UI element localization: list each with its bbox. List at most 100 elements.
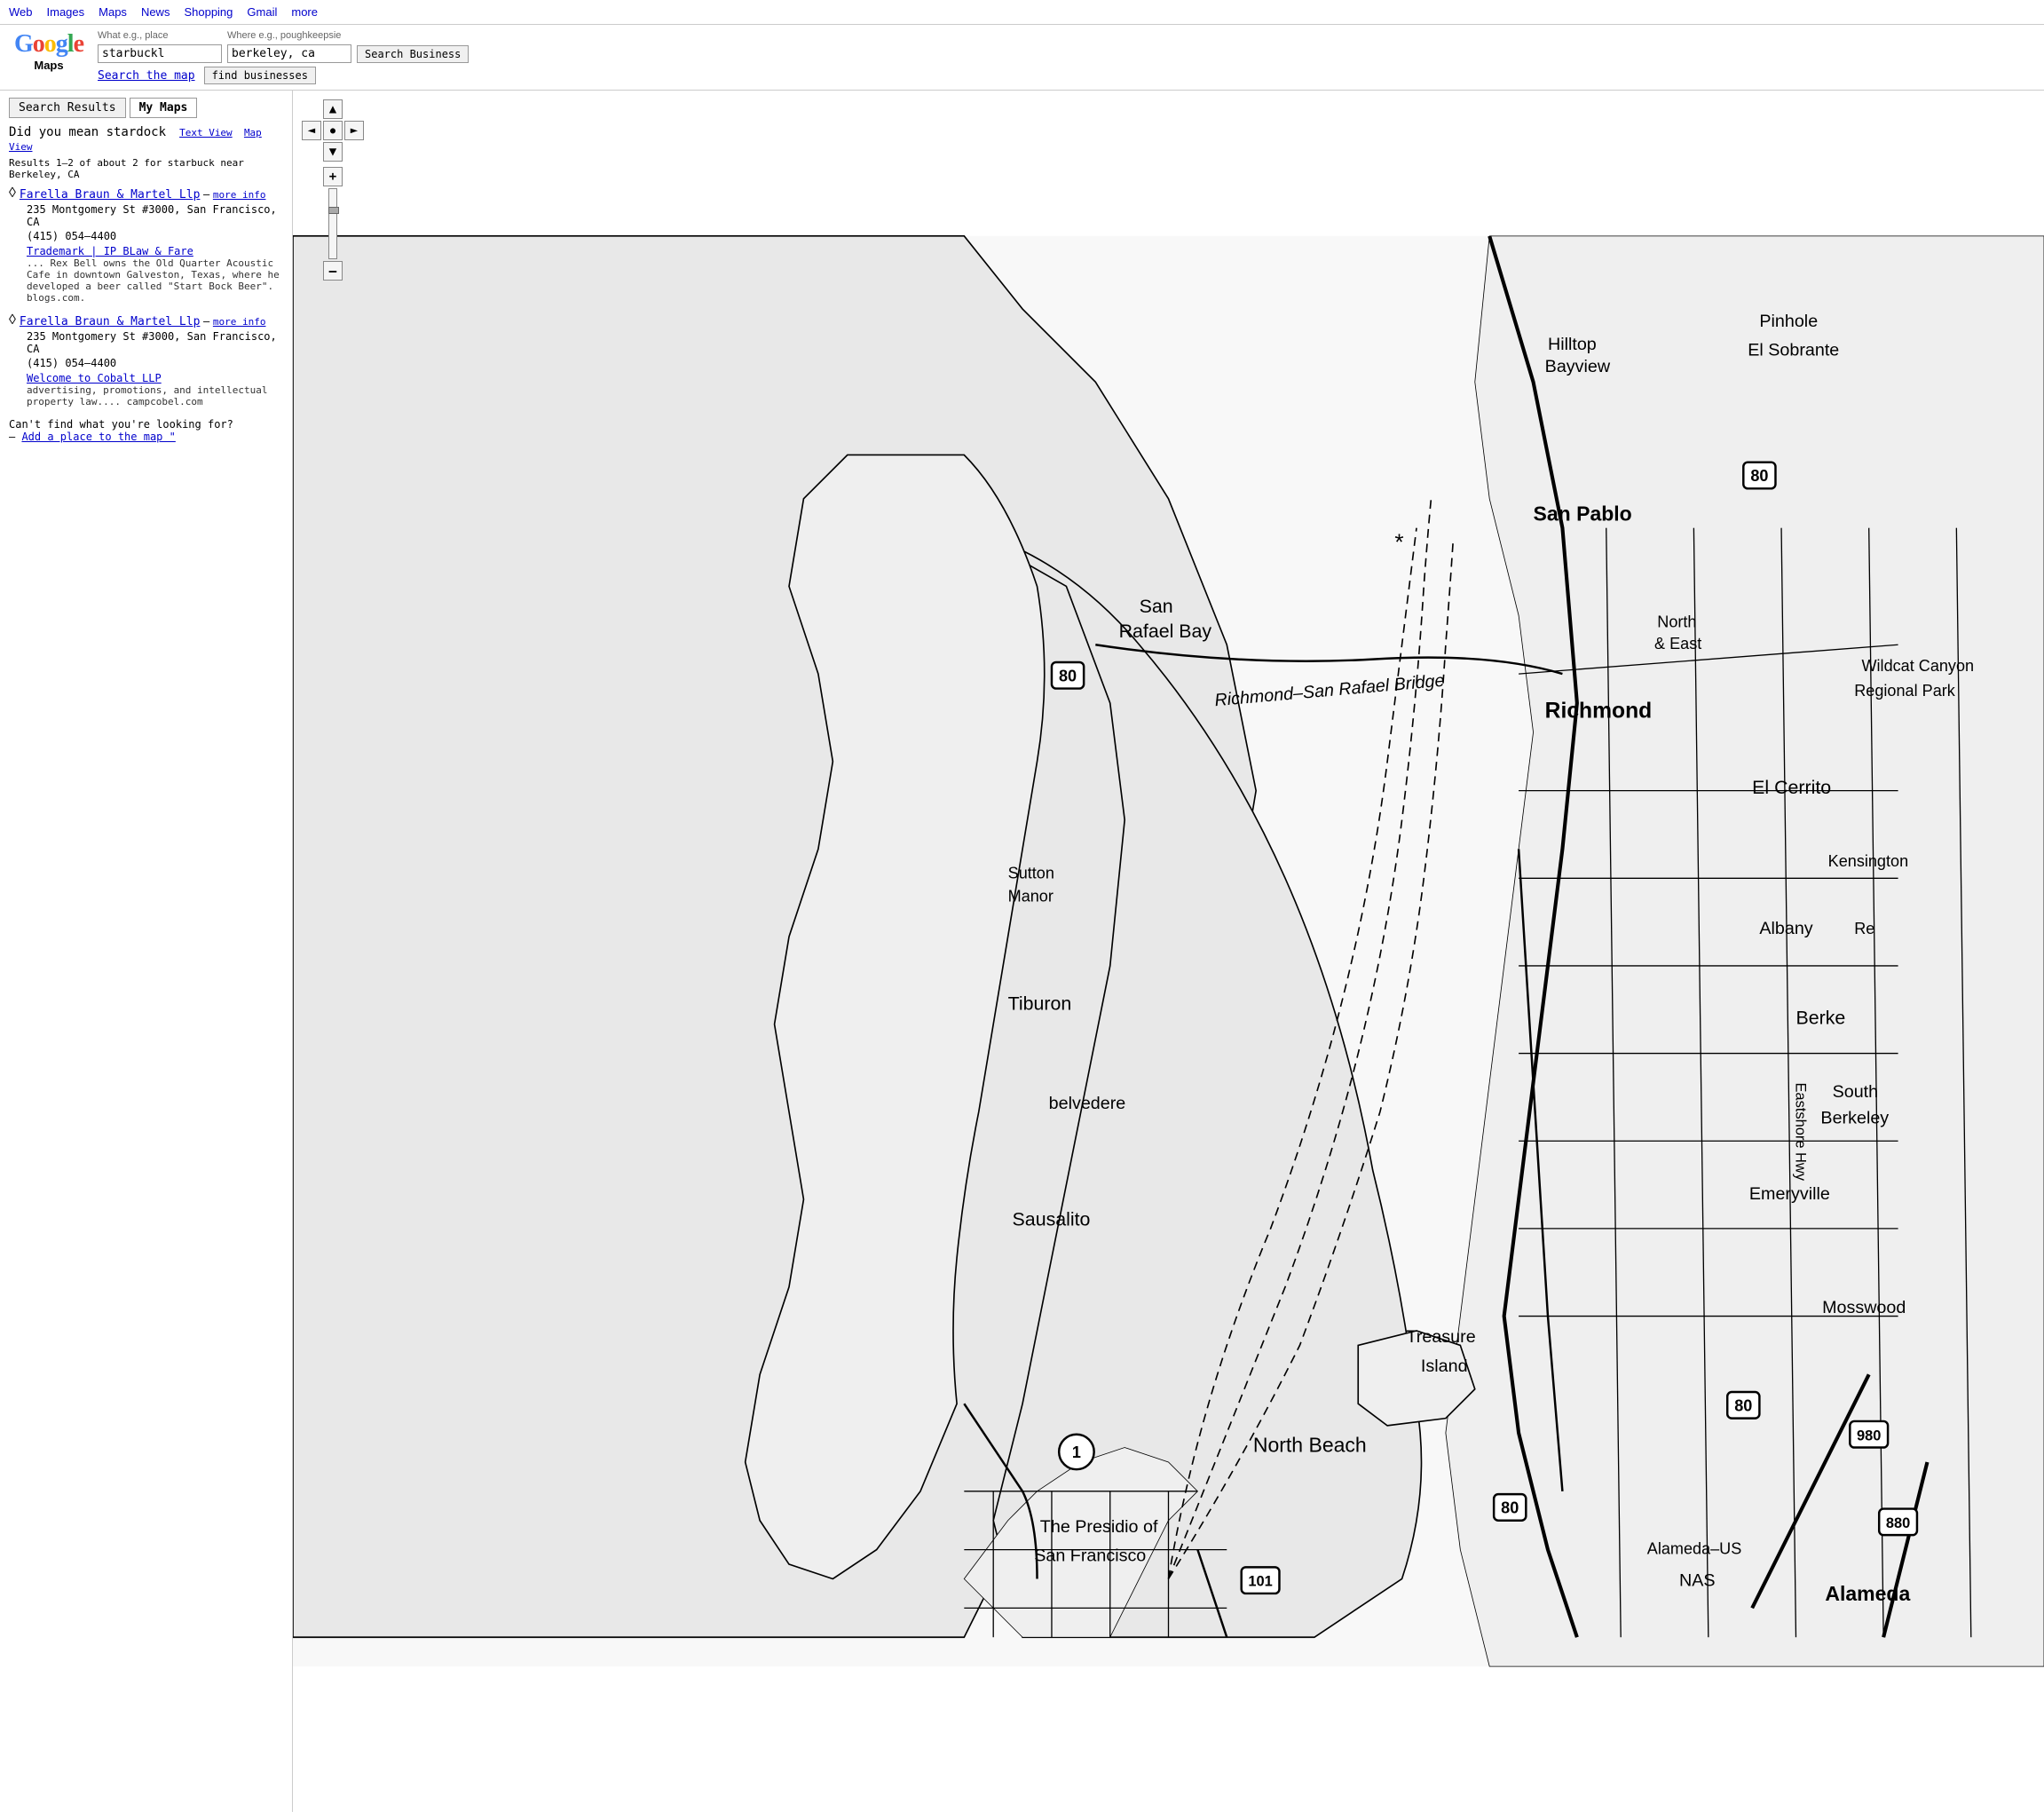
result-1-title-row: ◊ Farella Braun & Martel Llp – more info — [9, 187, 283, 202]
nav-maps[interactable]: Maps — [99, 5, 127, 19]
svg-text:80: 80 — [1059, 667, 1077, 684]
suggestion-text: Did you mean stardock Text View Map View — [9, 125, 283, 154]
map-nav-row: ▲ — [302, 99, 364, 119]
search-area: What e.g., place Where e.g., poughkeepsi… — [98, 30, 469, 84]
svg-text:South: South — [1833, 1082, 1879, 1102]
result-1-more-info[interactable]: more info — [213, 189, 266, 201]
suggestion-label: Did you mean stardock — [9, 125, 166, 139]
svg-text:Manor: Manor — [1008, 888, 1054, 906]
tab-search-results[interactable]: Search Results — [9, 98, 126, 118]
result-2-snippet-title-link[interactable]: Welcome to Cobalt LLP — [27, 372, 162, 384]
svg-text:& East: & East — [1654, 635, 1701, 652]
result-2-name-link[interactable]: Farella Braun & Martel Llp — [20, 315, 201, 328]
google-logo: Google — [14, 30, 83, 59]
zoom-slider — [328, 207, 339, 214]
nav-images[interactable]: Images — [47, 5, 85, 19]
svg-text:1: 1 — [1072, 1443, 1081, 1461]
find-businesses-button[interactable]: find businesses — [204, 67, 316, 84]
map-container: ▲ ◄ ● ► ▼ + − — [293, 91, 2044, 1812]
result-2-title-row: ◊ Farella Braun & Martel Llp – more info — [9, 314, 283, 328]
map-zoom-out-button[interactable]: − — [323, 261, 343, 281]
svg-text:Regional Park: Regional Park — [1854, 682, 1956, 700]
add-place-link[interactable]: Add a place to the map " — [21, 431, 175, 443]
result-1-snippet-title-link[interactable]: Trademark | IP BLaw & Fare — [27, 245, 193, 257]
map-pan-right-button[interactable]: ► — [344, 121, 364, 140]
header: Google Maps What e.g., place Where e.g.,… — [0, 25, 2044, 91]
tab-my-maps[interactable]: My Maps — [130, 98, 198, 118]
search-links-row: Search the map find businesses — [98, 67, 469, 84]
map-zoom-in-button[interactable]: + — [323, 167, 343, 186]
svg-text:Kensington: Kensington — [1828, 852, 1908, 870]
result-2-more-info[interactable]: more info — [213, 316, 266, 328]
cant-find-text: Can't find what you're looking for? — [9, 418, 233, 431]
result-1-dash: – — [203, 187, 213, 201]
where-hint: Where e.g., poughkeepsie — [227, 30, 351, 41]
svg-text:Tiburon: Tiburon — [1008, 993, 1072, 1014]
svg-text:El Sobrante: El Sobrante — [1748, 341, 1839, 360]
sidebar: Search Results My Maps Did you mean star… — [0, 91, 293, 1812]
svg-text:Eastshore Hwy: Eastshore Hwy — [1792, 1082, 1808, 1181]
svg-text:Sausalito: Sausalito — [1013, 1209, 1091, 1230]
svg-text:Wildcat Canyon: Wildcat Canyon — [1861, 657, 1974, 675]
svg-text:Re: Re — [1854, 920, 1874, 937]
pin-icon-1: ◊ — [9, 186, 16, 202]
result-2-dash: – — [203, 314, 213, 328]
nav-gmail[interactable]: Gmail — [247, 5, 277, 19]
map-nav-middle-row: ◄ ● ► — [302, 121, 364, 140]
result-item-1: ◊ Farella Braun & Martel Llp – more info… — [9, 187, 283, 304]
text-view-link[interactable]: Text View — [179, 127, 233, 138]
svg-text:El Cerrito: El Cerrito — [1752, 777, 1831, 798]
search-input-row: Search Business — [98, 44, 469, 63]
svg-text:Treasure: Treasure — [1406, 1327, 1475, 1347]
svg-text:Berke: Berke — [1795, 1008, 1845, 1029]
search-hints-row: What e.g., place Where e.g., poughkeepsi… — [98, 30, 469, 41]
nav-shopping[interactable]: Shopping — [184, 5, 233, 19]
svg-text:Sutton: Sutton — [1008, 864, 1054, 882]
nav-more[interactable]: more — [291, 5, 318, 19]
pin-icon-2: ◊ — [9, 312, 16, 328]
map-pan-left-button[interactable]: ◄ — [302, 121, 321, 140]
svg-text:Berkeley: Berkeley — [1820, 1109, 1889, 1128]
svg-text:Rafael Bay: Rafael Bay — [1119, 621, 1212, 642]
svg-text:North Beach: North Beach — [1253, 1433, 1367, 1456]
tab-row: Search Results My Maps — [9, 98, 283, 118]
map-pan-center-button[interactable]: ● — [323, 121, 343, 140]
result-1-address: 235 Montgomery St #3000, San Francisco, … — [27, 203, 283, 228]
svg-text:80: 80 — [1750, 467, 1768, 485]
result-1-name: Farella Braun & Martel Llp – more info — [20, 187, 266, 202]
map-pan-up-button[interactable]: ▲ — [323, 99, 343, 119]
svg-text:Hilltop: Hilltop — [1548, 335, 1597, 354]
svg-text:80: 80 — [1734, 1396, 1752, 1414]
zoom-bar — [328, 188, 337, 259]
main-content: Search Results My Maps Did you mean star… — [0, 91, 2044, 1812]
result-2-name: Farella Braun & Martel Llp – more info — [20, 314, 266, 328]
search-where-input[interactable] — [227, 44, 351, 63]
search-business-button[interactable]: Search Business — [357, 45, 469, 63]
map-controls: ▲ ◄ ● ► ▼ + − — [302, 99, 364, 281]
logo-subtitle: Maps — [34, 59, 63, 72]
svg-text:Alameda: Alameda — [1825, 1582, 1910, 1605]
svg-text:80: 80 — [1501, 1499, 1519, 1517]
nav-news[interactable]: News — [141, 5, 170, 19]
result-2-snippet-title: Welcome to Cobalt LLP — [27, 371, 283, 384]
svg-text:San Francisco: San Francisco — [1034, 1546, 1146, 1566]
svg-text:Richmond: Richmond — [1545, 699, 1653, 723]
results-summary: Results 1–2 of about 2 for starbuck near… — [9, 157, 283, 180]
svg-text:San Pablo: San Pablo — [1534, 502, 1632, 525]
svg-text:980: 980 — [1857, 1428, 1881, 1443]
nav-web[interactable]: Web — [9, 5, 33, 19]
result-1-name-link[interactable]: Farella Braun & Martel Llp — [20, 188, 201, 202]
svg-text:Albany: Albany — [1759, 919, 1812, 938]
search-what-input[interactable] — [98, 44, 222, 63]
result-2-phone: (415) 054–4400 — [27, 357, 283, 369]
svg-text:belvedere: belvedere — [1049, 1094, 1126, 1113]
svg-text:Mosswood: Mosswood — [1822, 1298, 1906, 1317]
svg-text:San: San — [1140, 596, 1173, 617]
svg-text:Emeryville: Emeryville — [1749, 1184, 1830, 1204]
svg-text:880: 880 — [1886, 1515, 1910, 1531]
logo-area: Google Maps — [9, 30, 89, 72]
svg-text:Island: Island — [1421, 1356, 1468, 1376]
map-pan-down-button[interactable]: ▼ — [323, 142, 343, 162]
search-map-link[interactable]: Search the map — [98, 69, 195, 83]
result-1-snippet-title: Trademark | IP BLaw & Fare — [27, 244, 283, 257]
